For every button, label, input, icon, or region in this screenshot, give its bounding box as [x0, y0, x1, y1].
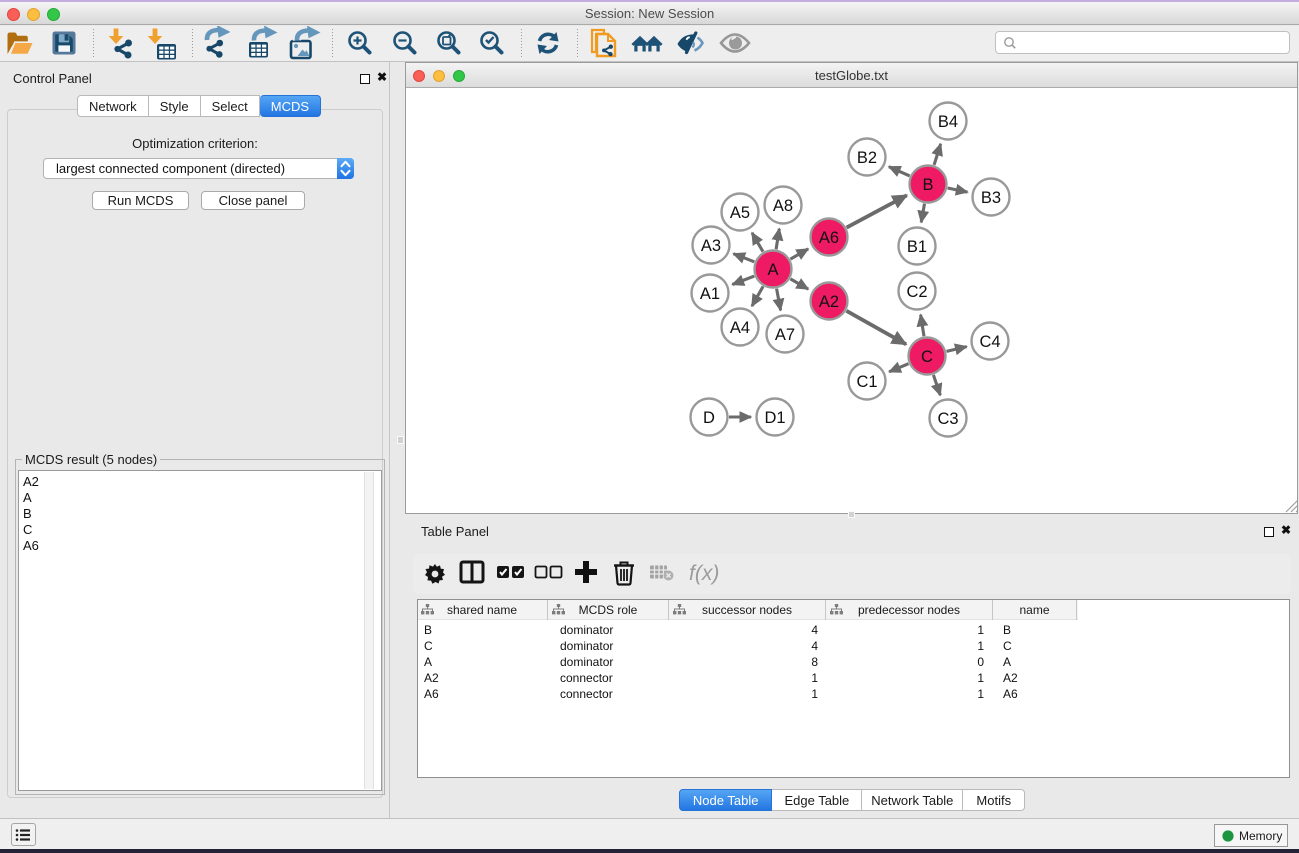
- svg-text:A5: A5: [730, 204, 750, 222]
- svg-text:B: B: [922, 176, 933, 194]
- svg-text:B3: B3: [981, 189, 1001, 207]
- svg-text:B2: B2: [857, 149, 877, 167]
- svg-text:C2: C2: [906, 283, 927, 301]
- svg-text:A2: A2: [819, 293, 839, 311]
- svg-text:A: A: [767, 261, 778, 279]
- svg-text:A1: A1: [700, 285, 720, 303]
- svg-text:C1: C1: [856, 373, 877, 391]
- svg-text:B1: B1: [907, 238, 927, 256]
- svg-text:A8: A8: [773, 197, 793, 215]
- svg-text:B4: B4: [938, 113, 958, 131]
- svg-text:A3: A3: [701, 237, 721, 255]
- svg-text:A6: A6: [819, 229, 839, 247]
- svg-text:D: D: [703, 409, 715, 427]
- svg-text:C: C: [921, 348, 933, 366]
- svg-text:f(x): f(x): [689, 562, 719, 585]
- svg-text:C3: C3: [937, 410, 958, 428]
- svg-text:A7: A7: [775, 326, 795, 344]
- svg-text:C4: C4: [979, 333, 1000, 351]
- svg-text:D1: D1: [764, 409, 785, 427]
- svg-text:A4: A4: [730, 319, 750, 337]
